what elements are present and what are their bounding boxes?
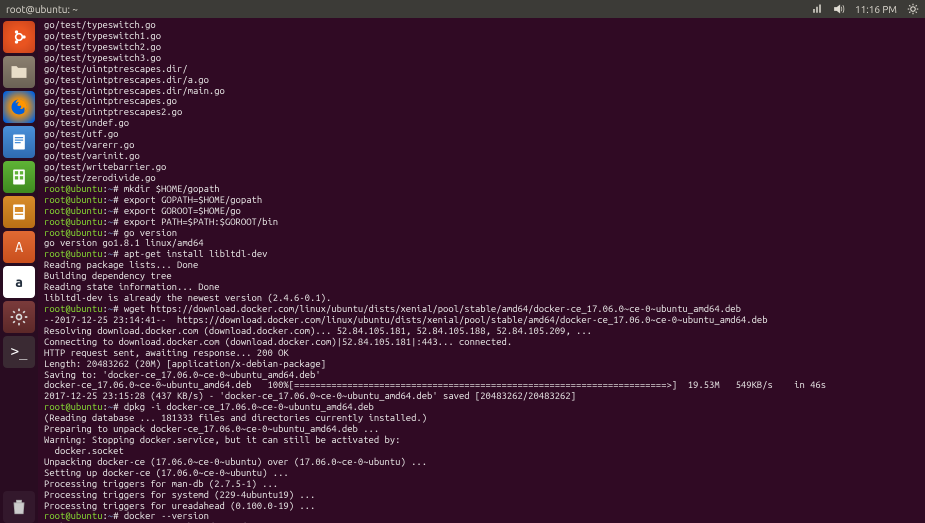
terminal-output-line: go/test/undef.go xyxy=(44,118,919,129)
menubar-indicators: 11:16 PM xyxy=(811,3,919,15)
launcher-settings[interactable] xyxy=(3,301,35,333)
terminal-output-line: go/test/varerr.go xyxy=(44,140,919,151)
terminal-output-line: go/test/uintptrescapes.dir/ xyxy=(44,64,919,75)
terminal-window[interactable]: go/test/typeswitch.gogo/test/typeswitch1… xyxy=(38,18,925,523)
launcher-calc[interactable] xyxy=(3,161,35,193)
terminal-output-line: go/test/utf.go xyxy=(44,129,919,140)
sound-icon[interactable] xyxy=(833,3,845,15)
terminal-output-line: Length: 20483262 (20M) [application/x-de… xyxy=(44,359,919,370)
gear-icon[interactable] xyxy=(907,3,919,15)
terminal-output[interactable]: go/test/typeswitch.gogo/test/typeswitch1… xyxy=(38,18,925,523)
terminal-output-line: Processing triggers for systemd (229-4ub… xyxy=(44,490,919,501)
window-title: root@ubuntu: ~ xyxy=(6,4,78,15)
terminal-output-line: HTTP request sent, awaiting response... … xyxy=(44,348,919,359)
terminal-output-line: Warning: Stopping docker.service, but it… xyxy=(44,435,919,446)
launcher-amazon[interactable]: a xyxy=(3,266,35,298)
launcher-impress[interactable] xyxy=(3,196,35,228)
launcher-ubuntu-dash[interactable] xyxy=(3,21,35,53)
unity-launcher: A a >_ xyxy=(0,18,38,523)
launcher-firefox[interactable] xyxy=(3,91,35,123)
terminal-output-line: go/test/typeswitch2.go xyxy=(44,42,919,53)
launcher-terminal[interactable]: >_ xyxy=(3,336,35,368)
terminal-output-line: go/test/typeswitch1.go xyxy=(44,31,919,42)
menubar: root@ubuntu: ~ 11:16 PM xyxy=(0,0,925,18)
terminal-output-line: Reading package lists... Done xyxy=(44,260,919,271)
launcher-writer[interactable] xyxy=(3,126,35,158)
launcher-trash[interactable] xyxy=(3,491,35,523)
launcher-files[interactable] xyxy=(3,56,35,88)
terminal-output-line: go/test/typeswitch.go xyxy=(44,20,919,31)
launcher-software[interactable]: A xyxy=(3,231,35,263)
terminal-output-line: go/test/writebarrier.go xyxy=(44,162,919,173)
terminal-output-line: go/test/uintptrescapes2.go xyxy=(44,107,919,118)
terminal-output-line: go/test/uintptrescapes.dir/a.go xyxy=(44,75,919,86)
terminal-output-line: go/test/varinit.go xyxy=(44,151,919,162)
clock[interactable]: 11:16 PM xyxy=(855,4,897,15)
network-icon[interactable] xyxy=(811,3,823,15)
terminal-output-line: Processing triggers for man-db (2.7.5-1)… xyxy=(44,479,919,490)
